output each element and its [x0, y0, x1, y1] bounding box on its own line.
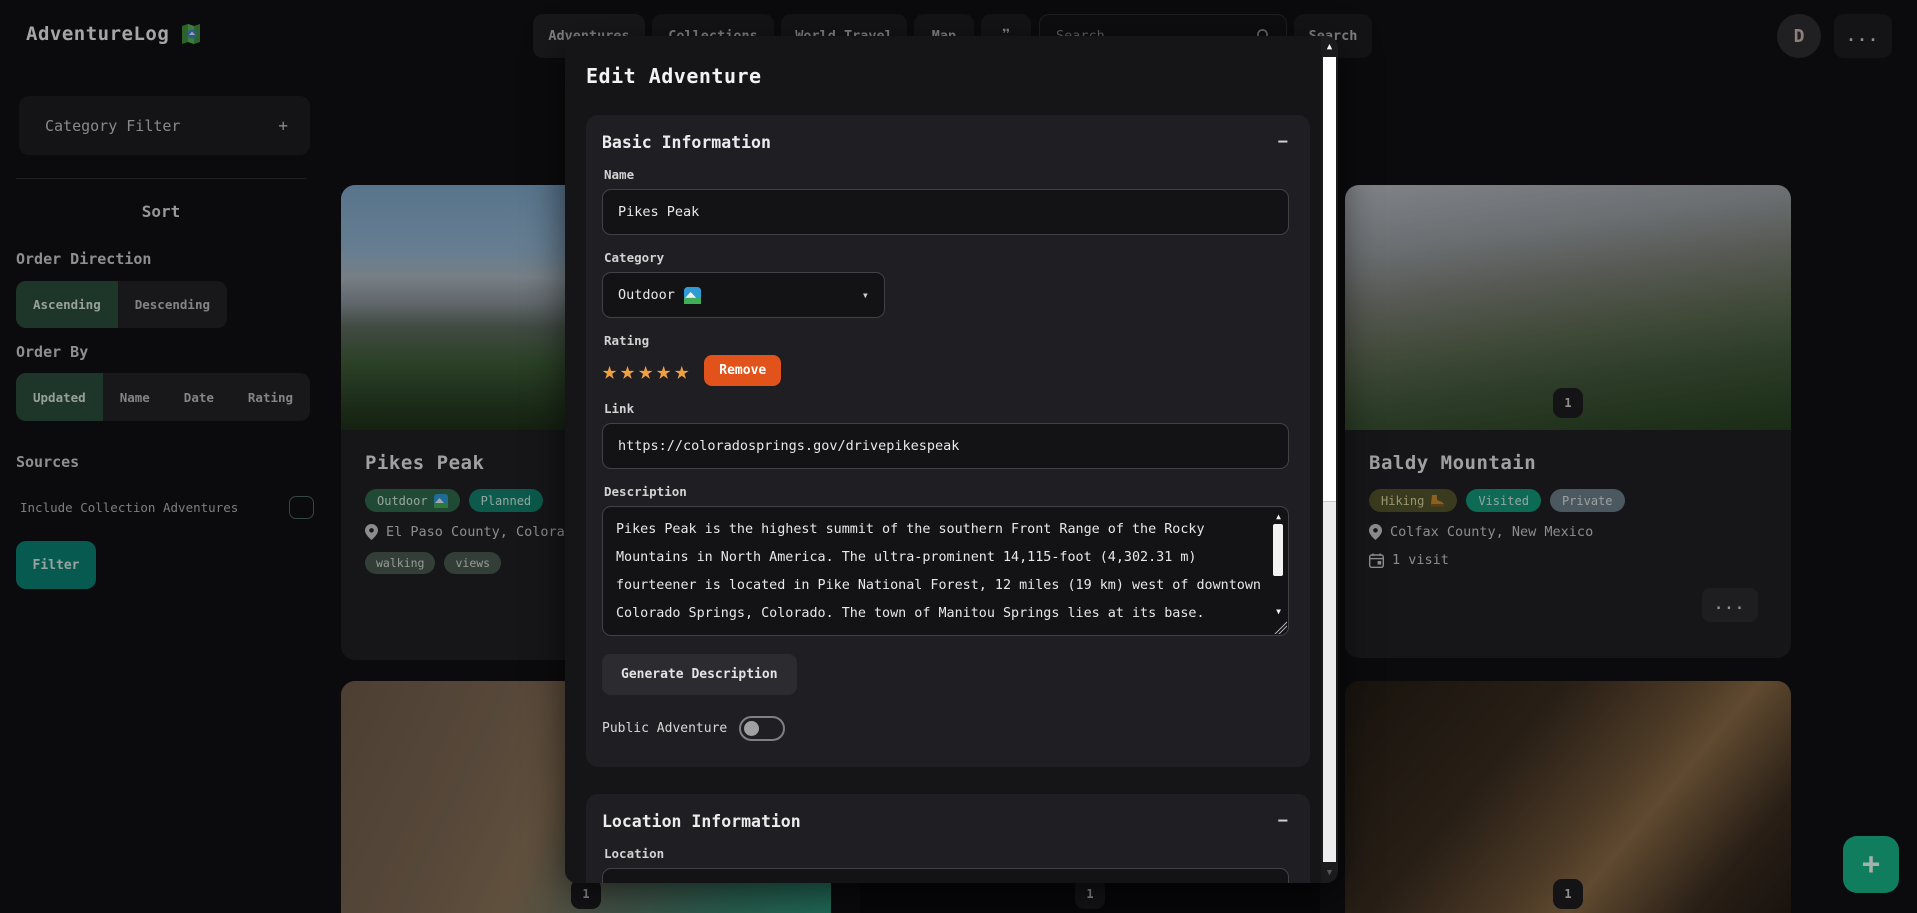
location-information-section: Location Information − Location: [586, 794, 1310, 883]
basic-information-title: Basic Information: [602, 133, 771, 152]
location-label: Location: [604, 846, 1292, 861]
link-input[interactable]: [602, 423, 1289, 469]
public-adventure-row: Public Adventure: [602, 716, 1294, 741]
scroll-down-icon[interactable]: [1321, 868, 1338, 878]
toggle-knob: [744, 721, 759, 736]
scroll-up-icon[interactable]: [1274, 512, 1283, 521]
scrollbar-thumb[interactable]: [1323, 57, 1336, 502]
description-textarea[interactable]: Pikes Peak is the highest summit of the …: [602, 506, 1289, 636]
name-input[interactable]: [602, 189, 1289, 235]
collapse-basic-button[interactable]: −: [1272, 132, 1294, 152]
category-select-value: Outdoor: [618, 287, 675, 303]
public-adventure-label: Public Adventure: [602, 721, 727, 736]
basic-information-header: Basic Information −: [602, 132, 1294, 152]
category-label: Category: [604, 250, 1292, 265]
scrollbar-thumb[interactable]: [1273, 524, 1283, 576]
collapse-location-button[interactable]: −: [1272, 811, 1294, 831]
description-text: Pikes Peak is the highest summit of the …: [616, 516, 1261, 628]
national-park-icon: [684, 287, 701, 304]
star-rating[interactable]: ★★★★★: [602, 358, 692, 383]
description-scrollbar[interactable]: [1272, 510, 1285, 632]
location-information-header: Location Information −: [602, 811, 1294, 831]
rating-row: ★★★★★ Remove: [602, 355, 1294, 386]
app-root: AdventureLog Adventures Collections Worl…: [0, 0, 1917, 913]
location-information-title: Location Information: [602, 812, 801, 831]
resize-grip-icon[interactable]: [1274, 621, 1287, 634]
description-label: Description: [604, 484, 1292, 499]
scroll-up-icon[interactable]: [1321, 42, 1338, 52]
scroll-down-icon[interactable]: [1274, 607, 1283, 616]
generate-description-button[interactable]: Generate Description: [602, 654, 797, 695]
name-label: Name: [604, 167, 1292, 182]
chevron-down-icon: [862, 288, 869, 302]
basic-information-section: Basic Information − Name Category Outdoo…: [586, 115, 1310, 767]
modal-title: Edit Adventure: [586, 64, 1310, 88]
rating-label: Rating: [604, 333, 1292, 348]
remove-rating-button[interactable]: Remove: [704, 355, 781, 386]
public-adventure-toggle[interactable]: [739, 716, 785, 741]
edit-adventure-modal: Edit Adventure Basic Information − Name …: [565, 36, 1338, 883]
link-label: Link: [604, 401, 1292, 416]
category-select[interactable]: Outdoor: [602, 272, 885, 318]
modal-scrollbar[interactable]: [1321, 36, 1338, 883]
location-input[interactable]: [602, 868, 1289, 883]
